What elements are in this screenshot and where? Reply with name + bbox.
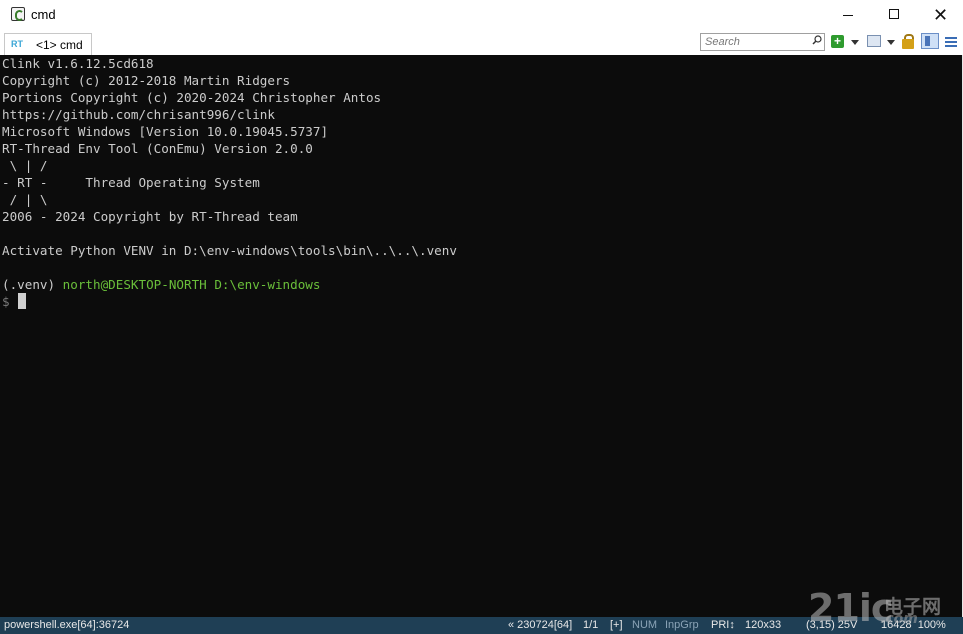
console-line: Activate Python VENV in D:\env-windows\t…	[2, 243, 457, 258]
dropdown-arrow-icon[interactable]	[887, 40, 895, 45]
console-line: / | \	[2, 192, 48, 207]
prompt-path: D:\env-windows	[206, 277, 321, 292]
console-line: 2006 - 2024 Copyright by RT-Thread team	[2, 209, 298, 224]
tab-cmd[interactable]: RT <1> cmd	[4, 33, 92, 55]
window-title: cmd	[31, 7, 56, 22]
status-process[interactable]: powershell.exe[64]:36724	[4, 618, 129, 633]
console-line: Copyright (c) 2012-2018 Martin Ridgers	[2, 73, 291, 88]
tab-label: <1> cmd	[36, 38, 83, 52]
status-pri[interactable]: PRI↕	[711, 618, 735, 633]
text-cursor	[18, 293, 26, 309]
menu-icon[interactable]	[945, 37, 957, 51]
console-area[interactable]: Clink v1.6.12.5cd618 Copyright (c) 2012-…	[0, 55, 962, 617]
title-bar[interactable]: cmd ✕	[0, 0, 963, 30]
console-line: - RT - Thread Operating System	[2, 175, 260, 190]
console-line: Microsoft Windows [Version 10.0.19045.57…	[2, 124, 329, 139]
watermark-com: .com	[880, 611, 918, 627]
console-line: RT-Thread Env Tool (ConEmu) Version 2.0.…	[2, 141, 313, 156]
status-inpgrp[interactable]: InpGrp	[665, 618, 699, 633]
search-icon[interactable]	[812, 35, 822, 45]
lock-icon[interactable]	[902, 39, 914, 49]
minimize-icon	[843, 15, 853, 16]
status-console-index[interactable]: 1/1	[583, 618, 598, 633]
dropdown-arrow-icon[interactable]	[851, 40, 859, 45]
search-placeholder: Search	[705, 36, 740, 48]
minimize-button[interactable]	[825, 0, 871, 30]
maximize-icon	[889, 9, 899, 19]
console-line: https://github.com/chrisant996/clink	[2, 107, 275, 122]
prompt-symbol: $	[2, 294, 18, 309]
console-line: \ | /	[2, 158, 48, 173]
panel-toggle-icon[interactable]	[921, 33, 939, 49]
status-build[interactable]: « 230724[64]	[508, 618, 572, 633]
conemu-window: cmd ✕ RT <1> cmd Search + Clink v1.6.12.…	[0, 0, 963, 634]
console-line: Portions Copyright (c) 2020-2024 Christo…	[2, 90, 382, 105]
search-input[interactable]: Search	[700, 33, 825, 51]
status-plus[interactable]: [+]	[610, 618, 623, 633]
window-icon[interactable]	[867, 35, 881, 47]
console-line: Clink v1.6.12.5cd618	[2, 56, 154, 71]
prompt-venv: (.venv)	[2, 277, 63, 292]
status-num[interactable]: NUM	[632, 618, 657, 633]
close-icon: ✕	[933, 5, 949, 25]
prompt-line: (.venv) north@DESKTOP-NORTH D:\env-windo…	[2, 276, 320, 293]
status-size[interactable]: 120x33	[745, 618, 781, 633]
maximize-button[interactable]	[871, 0, 917, 30]
rt-thread-icon: RT	[11, 39, 23, 49]
conemu-app-icon[interactable]	[11, 7, 25, 21]
close-button[interactable]: ✕	[917, 0, 963, 30]
prompt-user-host: north@DESKTOP-NORTH	[62, 277, 207, 292]
add-console-icon[interactable]: +	[831, 35, 844, 48]
